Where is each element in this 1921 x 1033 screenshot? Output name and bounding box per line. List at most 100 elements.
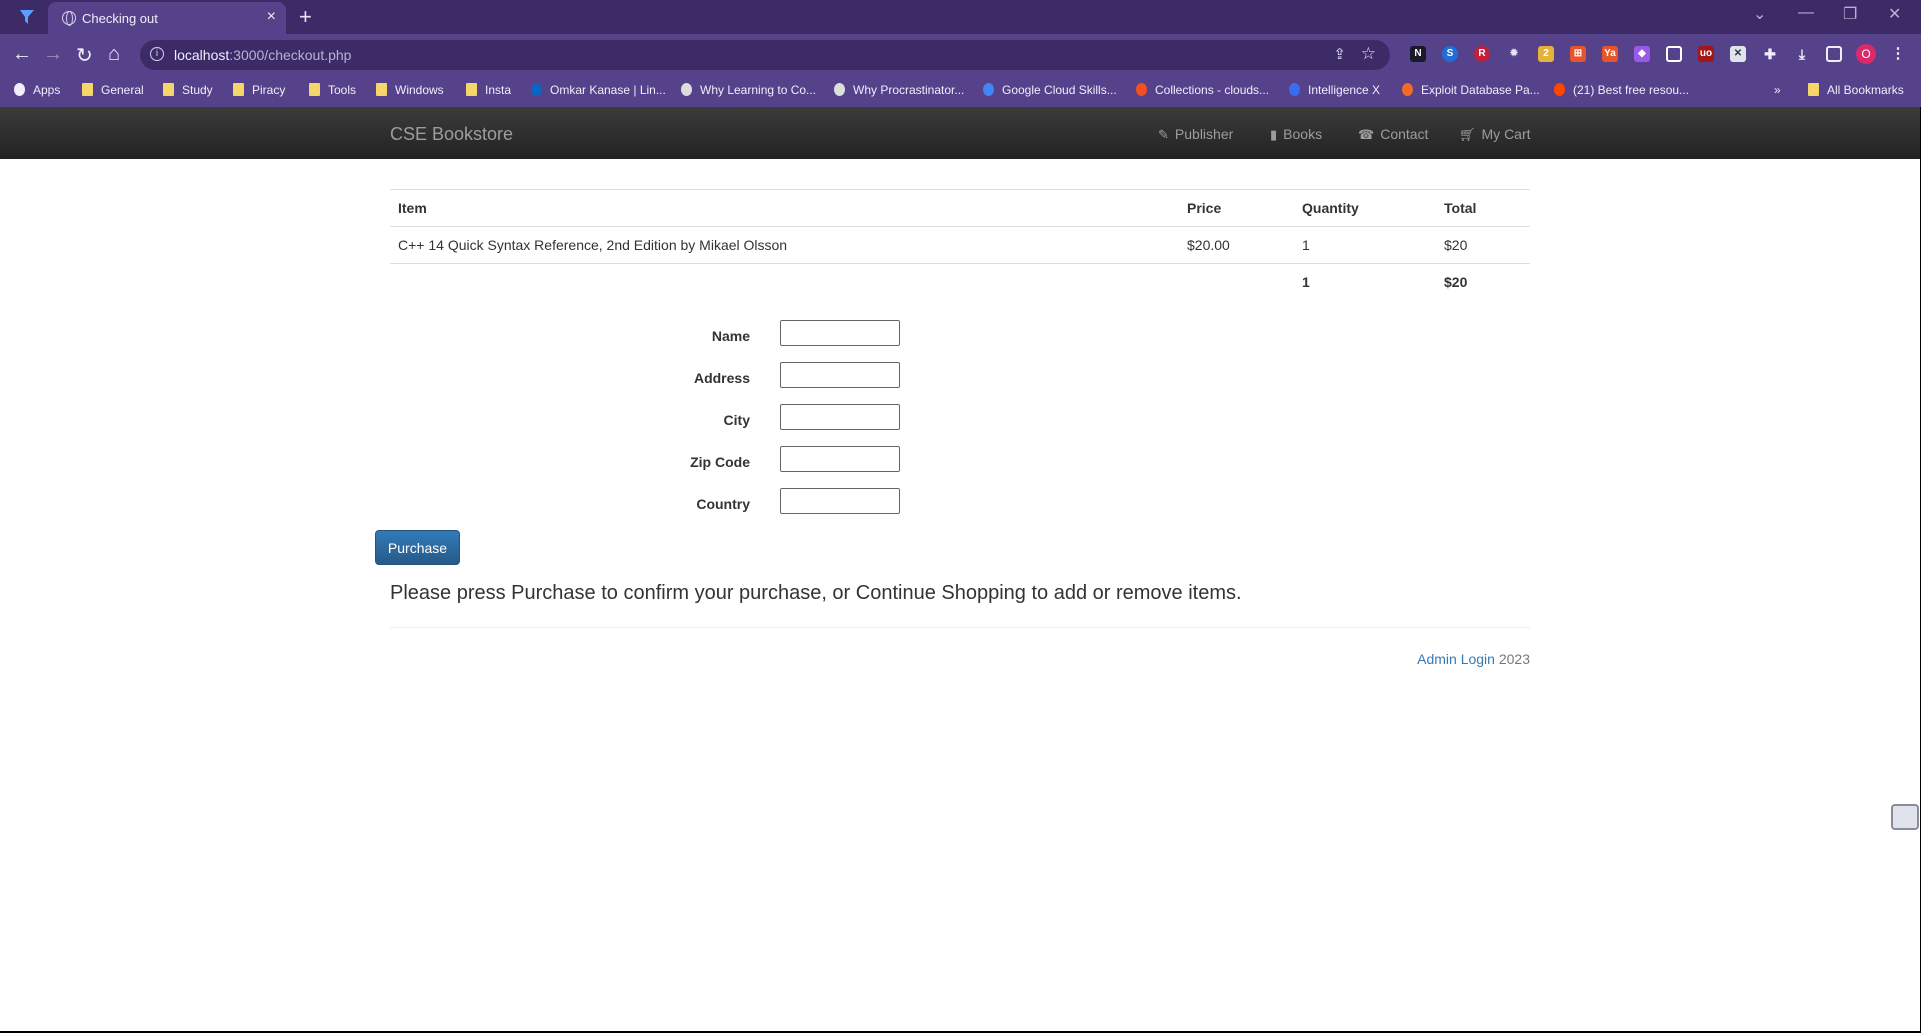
nav-publisher[interactable]: ✎ Publisher [1158,126,1233,143]
extension-gear-icon[interactable]: ✹ [1506,46,1522,62]
active-tab[interactable]: Checking out × [48,2,286,34]
city-label: City [723,412,750,428]
url-text[interactable]: localhost:3000/checkout.php [174,47,351,63]
extension-orange-icon[interactable]: ⊞ [1570,46,1586,62]
address-field[interactable] [780,362,900,388]
header-item: Item [390,189,1179,227]
bookmark-item[interactable]: Windows [376,83,444,97]
restore-button[interactable]: ❐ [1843,4,1857,24]
cell-item: C++ 14 Quick Syntax Reference, 2nd Editi… [390,226,1179,264]
site-icon [834,83,845,96]
menu-dots-icon[interactable]: ⋮ [1890,46,1906,62]
bookmark-label: Tools [328,83,357,97]
tab-title: Checking out [82,11,158,26]
all-bookmarks-button[interactable]: All Bookmarks [1808,83,1904,97]
bookmark-item[interactable]: Tools [309,83,356,97]
bookmark-item[interactable]: Google Cloud Skills... [983,83,1117,97]
extensions-puzzle-icon[interactable]: ✚ [1762,46,1778,62]
bookmark-item[interactable]: Collections - clouds... [1136,83,1269,97]
zip-code-field[interactable] [780,446,900,472]
extension-blue-icon[interactable]: S [1442,46,1458,62]
nav-my-cart[interactable]: 🛒︎ My Cart [1459,126,1531,143]
bookmark-item[interactable]: (21) Best free resou... [1554,83,1689,97]
address-bar[interactable]: i localhost:3000/checkout.php ⇪ ☆ [140,40,1390,70]
site-brand[interactable]: CSE Bookstore [390,124,513,145]
extension-window-icon[interactable] [1666,46,1682,62]
reload-button[interactable]: ↻ [76,43,93,68]
share-icon[interactable]: ⇪ [1333,45,1346,63]
tab-close-icon[interactable]: × [267,8,276,26]
summary-empty [390,263,1179,301]
cart-table: Item Price Quantity Total C++ 14 Quick S… [390,189,1530,301]
bookmark-item[interactable]: Piracy [233,83,285,97]
city-field[interactable] [780,404,900,430]
folder-icon [466,83,477,96]
folder-icon [82,83,93,96]
bookmark-item[interactable]: Why Learning to Co... [681,83,816,97]
bookmarks-overflow-button[interactable]: » [1774,83,1781,97]
home-icon[interactable]: ⌂ [108,43,120,66]
url-host: localhost [174,47,230,63]
form-row-zip: Zip Code [600,446,1000,474]
bookmark-item[interactable]: Omkar Kanase | Lin... [531,83,666,97]
linkedin-icon [531,83,542,96]
download-icon[interactable]: ⤓ [1794,46,1810,62]
bookmark-item[interactable]: Insta [466,83,511,97]
extension-screen-icon[interactable]: ✕ [1730,46,1746,62]
site-info-icon[interactable]: i [150,47,164,61]
summary-total: $20 [1436,263,1530,301]
bookmark-label: Why Procrastinator... [853,83,965,97]
summary-quantity: 1 [1294,263,1436,301]
web-page: CSE Bookstore ✎ Publisher ▮ Books ☎ Contact… [0,107,1920,1033]
name-label: Name [711,328,750,344]
bookmark-item[interactable]: Exploit Database Pa... [1402,83,1540,97]
extension-purple-icon[interactable]: ◆ [1634,46,1650,62]
side-widget-icon[interactable] [1891,804,1919,830]
close-window-button[interactable]: ✕ [1888,4,1901,24]
admin-login-link[interactable]: Admin Login [1417,651,1495,667]
nav-contact[interactable]: ☎ Contact [1358,126,1428,143]
minimize-button[interactable]: — [1798,4,1814,22]
browser-toolbar: ← → ↻ ⌂ i localhost:3000/checkout.php ⇪ … [0,34,1921,76]
new-tab-button[interactable]: + [299,4,312,30]
exploitdb-icon [1402,83,1413,96]
bookmark-label: General [101,83,144,97]
extension-red-icon[interactable]: R [1474,46,1490,62]
bookmark-label: Omkar Kanase | Lin... [550,83,666,97]
folder-icon [1808,83,1819,96]
bookmark-item[interactable]: Why Procrastinator... [834,83,964,97]
zip-code-label: Zip Code [690,454,750,470]
bookmark-item[interactable]: Study [163,83,213,97]
bookmark-item[interactable]: Intelligence X [1289,83,1380,97]
divider [390,627,1530,628]
bookmark-label: Apps [33,83,61,97]
profile-avatar[interactable]: O [1856,44,1876,64]
folder-icon [163,83,174,96]
nav-books[interactable]: ▮ Books [1270,126,1322,143]
tab-search-icon[interactable]: ⌄ [1753,4,1766,24]
extension-badge-icon[interactable]: 2 [1538,46,1554,62]
bookmark-item[interactable]: Apps [14,83,60,97]
header-total: Total [1436,189,1530,227]
summary-row: 1 $20 [390,263,1530,301]
bookmark-item[interactable]: General [82,83,144,97]
name-field[interactable] [780,320,900,346]
forward-button[interactable]: → [43,43,63,66]
bookmark-label: Exploit Database Pa... [1421,83,1540,97]
back-button[interactable]: ← [12,43,32,66]
bookmark-star-icon[interactable]: ☆ [1361,44,1376,64]
extension-notion-icon[interactable]: N [1410,46,1426,62]
address-label: Address [693,370,750,386]
country-field[interactable] [780,488,900,514]
extension-ya-icon[interactable]: Ya [1602,46,1618,62]
cart-icon: 🛒︎ [1459,127,1476,142]
side-panel-icon[interactable] [1826,46,1842,62]
site-icon [681,83,692,96]
extension-ublock-icon[interactable]: uo [1698,46,1714,62]
purchase-button[interactable]: Purchase [375,530,460,565]
page-footer: Admin Login 2023 [390,651,1530,667]
bookmark-label: Piracy [252,83,286,97]
table-row: C++ 14 Quick Syntax Reference, 2nd Editi… [390,226,1530,264]
header-price: Price [1179,189,1294,227]
summary-empty [1179,263,1294,301]
